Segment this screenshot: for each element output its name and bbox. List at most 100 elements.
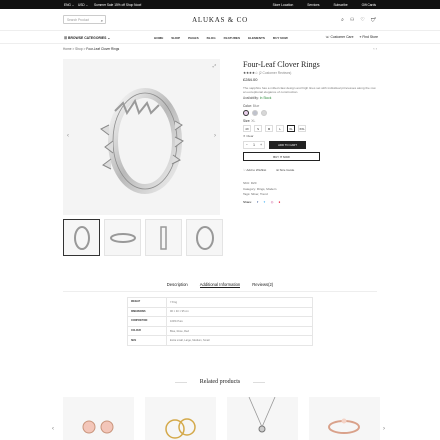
next-product-icon[interactable]: › [376, 46, 377, 51]
wishlist-link[interactable]: ♡ Add to Wishlist [243, 168, 266, 172]
color-swatches [243, 110, 378, 117]
size-label-text: Size: [243, 119, 251, 124]
menu-icon: ☰ [64, 35, 68, 40]
thumbnail-4[interactable] [186, 219, 223, 256]
customer-care-link[interactable]: ☏ Customer Care [325, 35, 353, 39]
ring-thumb [195, 225, 214, 250]
minus-icon[interactable]: − [246, 143, 248, 147]
tags-value[interactable]: Silver, Trend [251, 192, 268, 196]
nav-right: ☏ Customer Care ⌖ Find Store [325, 35, 378, 39]
category-value[interactable]: Rings, Modern [257, 187, 277, 191]
top-links: Store Location Services Subscribe Gift C… [273, 3, 376, 7]
thumbnail-3[interactable] [145, 219, 182, 256]
related-product-1[interactable] [63, 397, 134, 440]
nav-item-shop[interactable]: SHOP [171, 36, 180, 40]
plus-icon[interactable]: + [260, 143, 262, 147]
ring-image [328, 418, 360, 434]
related-product-4[interactable] [309, 397, 380, 440]
currency-selector[interactable]: USD ⌄ [78, 3, 88, 7]
instagram-icon[interactable]: ◎ [271, 200, 274, 204]
search-icon[interactable]: ⌕ [341, 17, 344, 24]
table-row: DIMENSIONS 90 × 40 × 95 cm [127, 306, 313, 318]
spec-value: 100% Pure [166, 316, 313, 327]
prev-product-icon[interactable]: ‹ [373, 46, 374, 51]
nav-item-buy-now[interactable]: BUY NOW [273, 36, 288, 40]
image-prev-arrow[interactable]: ‹ [67, 133, 69, 139]
pinterest-icon[interactable]: ● [278, 200, 280, 204]
spec-value: Extra small, Large, Medium, Small [166, 335, 313, 346]
product-tabs: Description Additional Information Revie… [0, 282, 440, 288]
promo-text[interactable]: Summer Sale 15% off Shop Now! [94, 3, 141, 7]
tab-additional-information[interactable]: Additional Information [199, 282, 241, 288]
find-store-label: Find Store [362, 34, 378, 39]
subscribe-link[interactable]: Subscribe [333, 3, 347, 7]
table-row: SIZE Extra small, Large, Medium, Small [127, 335, 313, 346]
size-option[interactable]: L [276, 125, 284, 133]
twitter-icon[interactable]: ✦ [263, 200, 266, 204]
related-next-arrow[interactable]: › [383, 426, 385, 432]
share-label: Share: [243, 200, 253, 205]
size-guide-link[interactable]: ⊞ Size Guide [276, 168, 294, 172]
buy-row: − 1 + ADD TO CART [243, 141, 378, 150]
spec-key: COLOUR [127, 325, 167, 337]
size-guide-label: Size Guide [279, 168, 295, 173]
quantity-value[interactable]: 1 [253, 143, 255, 147]
related-product-3[interactable] [227, 397, 298, 440]
find-store-link[interactable]: ⌖ Find Store [359, 35, 378, 39]
size-value: XL [251, 119, 256, 124]
tab-description[interactable]: Description [167, 282, 188, 288]
nav-item-blog[interactable]: BLOG [207, 36, 216, 40]
swatch-3[interactable] [261, 110, 267, 117]
swatch-1[interactable] [243, 110, 249, 117]
cart-icon[interactable]: ⛉0 [371, 17, 376, 24]
swatch-2[interactable] [252, 110, 258, 117]
account-icon[interactable]: ⚇ [350, 17, 354, 24]
wishlist-icon[interactable]: ♡ [360, 17, 364, 24]
gift-cards-link[interactable]: Gift Cards [362, 3, 376, 7]
services-link[interactable]: Services [307, 3, 319, 7]
thumbnail-2[interactable] [104, 219, 141, 256]
quantity-stepper[interactable]: − 1 + [243, 141, 265, 150]
nav-item-features[interactable]: FEATURES [224, 36, 240, 40]
nav-menu: HOME SHOP PAGES BLOG FEATURES ELEMENTS B… [154, 36, 288, 40]
add-to-cart-button[interactable]: ADD TO CART [269, 141, 306, 150]
nav-item-pages[interactable]: PAGES [188, 36, 199, 40]
product-extras: ♡ Add to Wishlist ⊞ Size Guide [243, 168, 378, 172]
related-products [63, 397, 380, 440]
size-options: 4X S M L XL XXL [243, 125, 378, 133]
clear-selection[interactable]: ✕ Clear [243, 134, 378, 138]
wishlist-label: Add to Wishlist [246, 168, 267, 173]
size-option[interactable]: XL [287, 125, 295, 133]
related-product-2[interactable] [145, 397, 216, 440]
spec-value: 7.8 kg [166, 297, 313, 308]
nav-item-elements[interactable]: ELEMENTS [248, 36, 265, 40]
color-value: Blue [252, 104, 260, 109]
size-option[interactable]: M [265, 125, 273, 133]
spec-key: SIZE [127, 335, 167, 346]
nav-item-home[interactable]: HOME [154, 36, 163, 40]
tab-divider [63, 291, 377, 292]
language-selector[interactable]: ENG ⌄ [64, 3, 74, 7]
size-option[interactable]: 4X [243, 125, 251, 133]
size-label: Size: XL [243, 119, 378, 123]
buy-now-button[interactable]: BUY IT NOW [243, 152, 320, 162]
product-description: The sapphire has a milled claw design an… [243, 86, 376, 95]
size-option[interactable]: XXL [298, 125, 306, 133]
review-count[interactable]: (2 Customer Reviews) [259, 71, 292, 75]
tab-reviews[interactable]: Reviews(2) [252, 282, 273, 288]
sku-label: SKU: [243, 181, 251, 186]
facebook-icon[interactable]: f [257, 200, 258, 204]
product-title: Four-Leaf Clover Rings [243, 60, 320, 69]
table-row: COLOUR Blue, Rose, Red [127, 325, 313, 337]
store-location-link[interactable]: Store Location [273, 3, 294, 7]
browse-categories-button[interactable]: ☰ BROWSE CATEGORIES ⌄ [64, 36, 110, 40]
size-option[interactable]: S [254, 125, 262, 133]
main-product-image[interactable]: ⤢ ‹ › [63, 59, 220, 215]
zoom-icon[interactable]: ⤢ [213, 63, 216, 68]
availability-value: In Stock [259, 96, 272, 101]
thumbnail-1[interactable] [63, 219, 100, 256]
related-prev-arrow[interactable]: ‹ [52, 426, 54, 432]
breadcrumb-shop[interactable]: Shop [75, 47, 82, 51]
breadcrumb-home[interactable]: Home [63, 47, 72, 51]
image-next-arrow[interactable]: › [214, 133, 216, 139]
